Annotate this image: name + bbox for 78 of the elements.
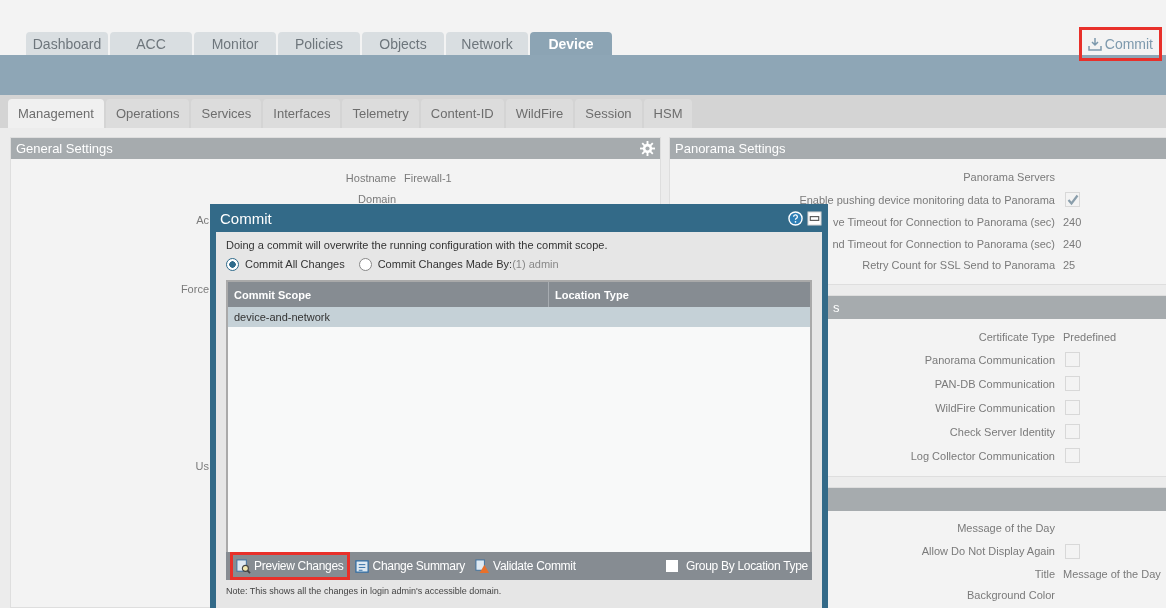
gear-icon[interactable] [640,141,655,156]
sub-tab[interactable]: Content-ID [420,99,504,128]
field-label: Us [195,459,209,472]
sub-tab[interactable]: Interfaces [263,99,341,128]
document-warning-icon [475,558,491,574]
toolbar-button[interactable]: Change Summary [349,552,471,580]
checkbox[interactable] [666,560,679,572]
checkbox[interactable] [1065,400,1080,415]
main-tab[interactable]: Monitor [194,32,276,55]
field-label: Log Collector Communication [910,449,1055,462]
checkbox[interactable] [1065,192,1080,207]
field-value: Message of the Day [1063,567,1161,580]
main-tab[interactable]: ACC [110,32,192,55]
main-tab[interactable]: Policies [278,32,360,55]
minimize-icon[interactable] [807,210,822,226]
sub-tab[interactable]: Session [575,99,642,128]
field-label: Certificate Type [978,330,1055,343]
sub-tab[interactable]: Operations [105,99,190,128]
checkbox[interactable] [1065,543,1080,559]
panel-title: Panorama Settings [675,141,786,156]
toolbar-button[interactable]: Preview Changes [230,552,350,580]
panel-title: s [832,300,840,315]
download-icon [1087,37,1102,51]
field-label: Retry Count for SSL Send to Panorama [862,259,1055,272]
field-label: Domain [358,192,396,205]
dialog-title: Commit [219,209,272,227]
sub-tab[interactable]: Management [8,99,104,128]
main-tab[interactable]: Network [446,32,528,55]
field-label: Title [1034,567,1055,580]
document-search-icon [236,558,251,574]
column-header[interactable]: Location Type [549,282,810,307]
checkbox[interactable] [1065,448,1080,463]
field-label: WildFire Communication [935,401,1055,414]
field-label: ve Timeout for Connection to Panorama (sec) [833,216,1055,229]
sub-tab[interactable]: Telemetry [342,99,419,128]
field-label: Panorama Servers [963,170,1055,183]
table-row[interactable]: device-and-network [228,307,810,327]
commit-link[interactable]: Commit [1078,27,1162,61]
note-text: Note: This shows all the changes in login admin's accessible domain. [226,585,503,596]
field-label: Background Color [966,589,1055,602]
radio-button[interactable] [226,257,239,271]
main-tab[interactable]: Objects [362,32,444,55]
checkbox[interactable] [1065,424,1080,439]
field-value: 25 [1063,259,1076,272]
main-tab[interactable]: Device [530,32,612,55]
field-label: Message of the Day [957,522,1055,535]
main-tab[interactable]: Dashboard [26,32,108,55]
field-label: nd Timeout for Connection to Panorama (sec) [832,237,1055,250]
field-value: 240 [1063,216,1082,229]
checkbox[interactable] [1065,352,1080,367]
panel-title: General Settings [16,141,113,156]
field-label: Check Server Identity [949,425,1055,438]
field-value: Firewall-1 [404,171,452,184]
option-label: Commit All Changes [245,258,345,270]
field-label: Hostname [345,171,396,184]
radio-button[interactable] [358,257,372,271]
field-value: Predefined [1063,330,1117,343]
field-label: Enable pushing device monitoring data to Panorama [799,193,1055,206]
option-label: Commit Changes Made By: [377,258,513,270]
checkbox[interactable] [1065,376,1080,391]
help-icon[interactable] [788,210,803,226]
field-label: Allow Do Not Display Again [921,545,1055,557]
checkbox-label: Group By Location Type [686,559,808,573]
field-label: Ac [196,213,209,226]
table-cell: device-and-network [234,311,330,323]
field-value: 240 [1063,237,1082,250]
radio-option[interactable]: Commit Changes Made By:(1) admin [358,257,559,271]
option-value: (1) admin [512,258,559,270]
sub-tab[interactable]: WildFire [505,99,574,128]
sub-tab[interactable]: Services [191,99,262,128]
radio-option[interactable]: Commit All Changes [226,257,345,271]
sub-tab[interactable]: HSM [643,99,693,128]
field-label: Force [180,282,209,295]
dialog-description: Doing a commit will overwrite the running configuration with the commit scope. [226,238,609,253]
field-label: Panorama Communication [924,353,1055,366]
document-icon [354,558,370,574]
field-label: PAN-DB Communication [934,377,1055,390]
toolbar-button[interactable]: Validate Commit [470,552,581,580]
